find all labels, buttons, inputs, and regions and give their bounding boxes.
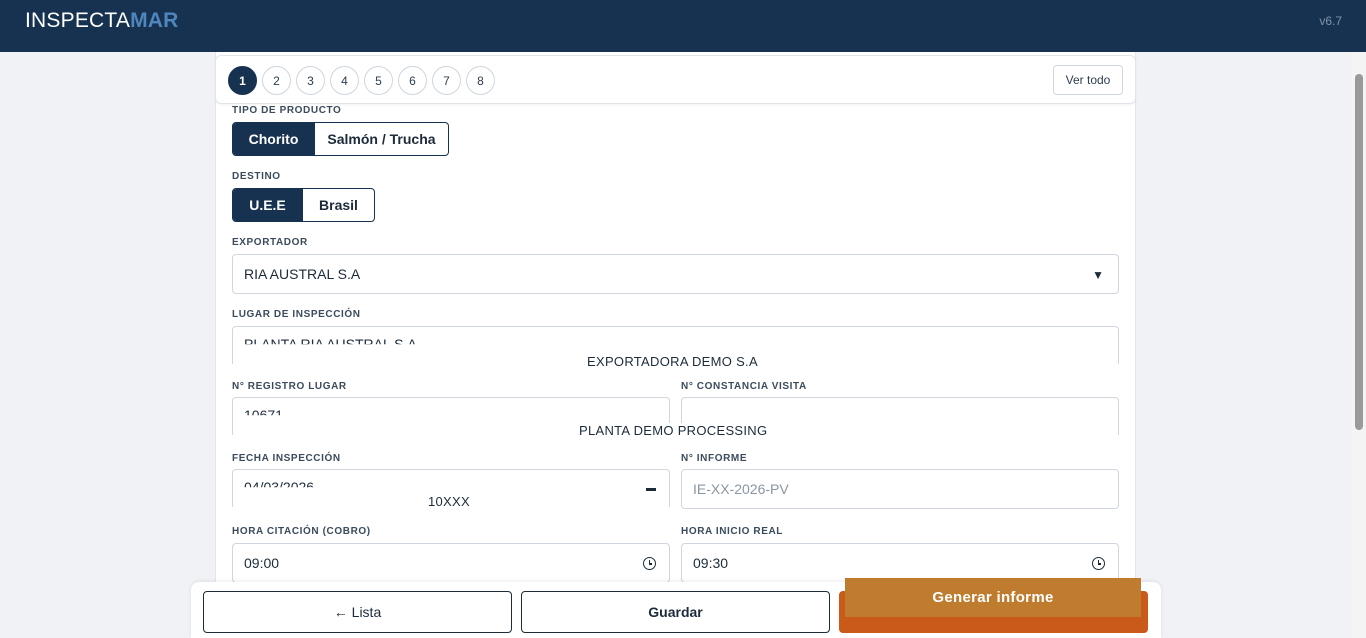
hora-inicio-label: HORA INICIO REAL: [681, 526, 784, 537]
step-1[interactable]: 1: [228, 66, 257, 95]
fecha-inspeccion-value: 04/03/2026: [244, 478, 315, 495]
step-3[interactable]: 3: [296, 66, 325, 95]
option-salmon-trucha[interactable]: Salmón / Trucha: [315, 123, 448, 155]
step-8[interactable]: 8: [466, 66, 495, 95]
lugar-inspeccion-value: PLANTA RIA AUSTRAL S.A: [244, 335, 417, 352]
back-to-list-button[interactable]: ← Lista: [203, 591, 512, 633]
option-uee[interactable]: U.E.E: [233, 189, 303, 221]
hora-citacion-label: HORA CITACIÓN (COBRO): [232, 526, 371, 537]
tipo-producto-toggle: Chorito Salmón / Trucha: [232, 122, 449, 156]
hora-citacion-value: 09:00: [244, 555, 280, 571]
planta-overlay: PLANTA DEMO PROCESSING: [579, 423, 768, 438]
step-5[interactable]: 5: [364, 66, 393, 95]
option-chorito[interactable]: Chorito: [233, 123, 315, 155]
calendar-icon[interactable]: ▬: [646, 483, 656, 494]
step-6[interactable]: 6: [398, 66, 427, 95]
destino-label: DESTINO: [232, 171, 281, 182]
view-all-button[interactable]: Ver todo: [1053, 65, 1123, 95]
generate-report-button[interactable]: Generar informe: [845, 578, 1141, 617]
exportador-value: RIA AUSTRAL S.A: [244, 266, 361, 282]
exportador-label: EXPORTADOR: [232, 237, 308, 248]
hora-citacion-input[interactable]: 09:00: [232, 543, 670, 583]
clock-icon[interactable]: [1092, 557, 1105, 570]
n-informe-input[interactable]: IE-XX-2026-PV: [681, 469, 1119, 509]
option-brasil[interactable]: Brasil: [303, 189, 374, 221]
step-2[interactable]: 2: [262, 66, 291, 95]
scrollbar-thumb[interactable]: [1355, 74, 1363, 430]
registro-overlay: 10XXX: [428, 494, 470, 509]
save-button[interactable]: Guardar: [521, 591, 830, 633]
registro-lugar-label: N° REGISTRO LUGAR: [232, 381, 347, 392]
chevron-down-icon: ▼: [1092, 268, 1104, 282]
lugar-inspeccion-label: LUGAR DE INSPECCIÓN: [232, 309, 361, 320]
top-bar: INSPECTAMAR v6.7: [0, 0, 1366, 52]
step-7[interactable]: 7: [432, 66, 461, 95]
step-4[interactable]: 4: [330, 66, 359, 95]
constancia-visita-label: N° CONSTANCIA VISITA: [681, 381, 807, 392]
exportador-select[interactable]: RIA AUSTRAL S.A ▼: [232, 254, 1119, 294]
fecha-inspeccion-label: FECHA INSPECCIÓN: [232, 453, 341, 464]
n-informe-label: N° INFORME: [681, 453, 748, 464]
hora-inicio-input[interactable]: 09:30: [681, 543, 1119, 583]
step-navigator: 1 2 3 4 5 6 7 8 Ver todo: [215, 55, 1136, 104]
registro-lugar-value: 10671: [244, 406, 283, 423]
n-informe-placeholder: IE-XX-2026-PV: [693, 481, 789, 497]
app-logo: INSPECTAMAR: [25, 9, 179, 32]
exportadora-overlay: EXPORTADORA DEMO S.A: [587, 354, 758, 369]
tipo-producto-label: TIPO DE PRODUCTO: [232, 105, 342, 116]
clock-icon[interactable]: [643, 557, 656, 570]
destino-toggle: U.E.E Brasil: [232, 188, 375, 222]
app-version: v6.7: [1319, 14, 1342, 28]
hora-inicio-value: 09:30: [693, 555, 729, 571]
